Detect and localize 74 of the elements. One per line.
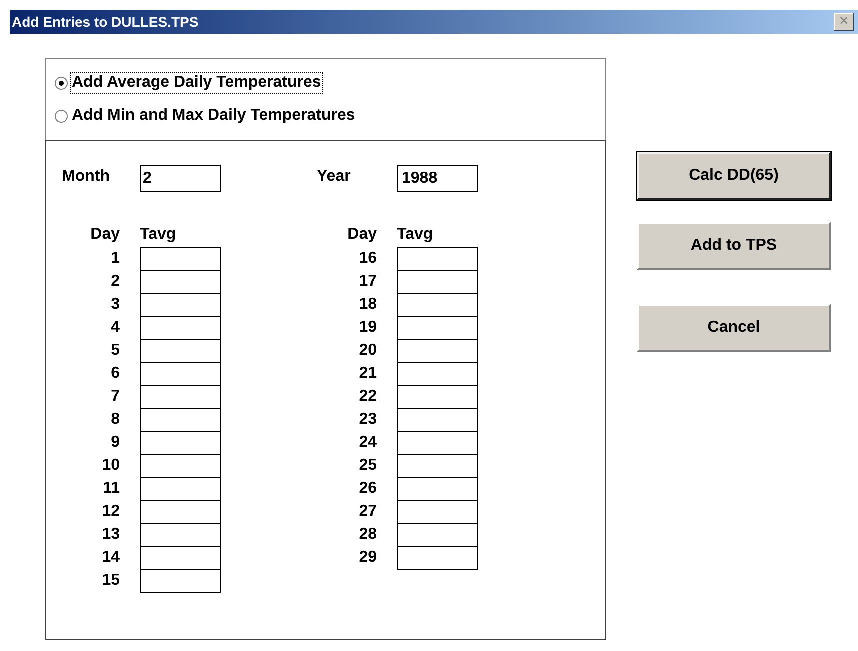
day-number: 23	[359, 411, 377, 429]
temperature-field[interactable]	[140, 270, 221, 294]
day-number: 24	[359, 434, 377, 452]
day-number: 27	[359, 503, 377, 521]
temperature-field[interactable]	[397, 546, 478, 570]
day-number: 3	[111, 296, 120, 314]
temperature-field[interactable]	[140, 477, 221, 501]
day-number: 8	[111, 411, 120, 429]
day-number: 11	[103, 480, 120, 498]
day-number: 15	[102, 572, 120, 590]
temperature-field[interactable]	[140, 523, 221, 547]
day-number: 21	[359, 365, 377, 383]
radio-label[interactable]: Add Average Daily Temperatures	[71, 73, 322, 93]
day-number: 29	[359, 549, 377, 567]
day-number: 4	[111, 319, 120, 337]
column-header: Tavg	[397, 225, 434, 245]
day-number: 20	[359, 342, 377, 360]
temperature-field[interactable]	[140, 362, 221, 386]
dialog-button[interactable]: Cancel	[637, 304, 831, 352]
dialog-button[interactable]: Add to TPS	[637, 222, 831, 270]
day-number: 12	[102, 503, 120, 521]
column-header: Tavg	[140, 225, 176, 245]
day-number: 28	[359, 526, 377, 544]
radio-label[interactable]: Add Min and Max Daily Temperatures	[71, 106, 356, 126]
temperature-field[interactable]	[140, 500, 221, 524]
day-number: 1	[111, 250, 120, 268]
temperature-field[interactable]	[397, 362, 478, 386]
column-header: Day	[90, 225, 120, 245]
radio-button[interactable]	[55, 110, 68, 122]
temperature-field[interactable]	[140, 385, 221, 409]
temperature-field[interactable]	[397, 500, 478, 524]
temperature-field[interactable]	[140, 408, 221, 432]
day-number: 17	[359, 273, 377, 291]
temperature-field[interactable]	[140, 454, 221, 478]
temperature-field[interactable]	[397, 385, 478, 409]
temperature-field[interactable]	[140, 569, 221, 593]
temperature-field[interactable]	[397, 454, 478, 478]
temperature-field[interactable]	[140, 293, 221, 317]
window-title: Add Entries to DULLES.TPS	[12, 12, 199, 32]
day-number: 5	[111, 342, 120, 360]
temperature-field[interactable]	[397, 431, 478, 455]
temperature-field[interactable]	[397, 408, 478, 432]
month-label: Month	[62, 167, 111, 187]
day-number: 6	[111, 365, 120, 383]
day-number: 2	[111, 273, 120, 291]
temperature-field[interactable]	[140, 316, 221, 340]
day-number: 25	[359, 457, 377, 475]
temperature-field[interactable]	[140, 339, 221, 363]
year-label: Year	[317, 167, 352, 187]
dialog-button[interactable]: Calc DD(65)	[637, 152, 831, 200]
day-number: 16	[359, 250, 377, 268]
temperature-field[interactable]	[397, 270, 478, 294]
temperature-field[interactable]	[140, 431, 221, 455]
day-number: 10	[102, 457, 120, 475]
temperature-field[interactable]	[397, 339, 478, 363]
column-header: Day	[348, 225, 377, 245]
temperature-field[interactable]	[397, 247, 478, 271]
day-number: 7	[111, 388, 120, 406]
day-number: 22	[359, 388, 377, 406]
temperature-field[interactable]	[140, 546, 221, 570]
day-number: 14	[102, 549, 120, 567]
day-number: 18	[359, 296, 377, 314]
day-number: 19	[359, 319, 377, 337]
temperature-field[interactable]	[397, 316, 478, 340]
temperature-field[interactable]	[397, 523, 478, 547]
year-field[interactable]: 1988	[397, 165, 478, 192]
temperature-field[interactable]	[397, 293, 478, 317]
day-number: 13	[102, 526, 120, 544]
radio-button[interactable]	[55, 76, 68, 90]
month-field[interactable]: 2	[140, 165, 221, 192]
temperature-field[interactable]	[397, 477, 478, 501]
day-number: 26	[359, 480, 377, 498]
day-number: 9	[111, 434, 120, 452]
temperature-field[interactable]	[140, 247, 221, 271]
